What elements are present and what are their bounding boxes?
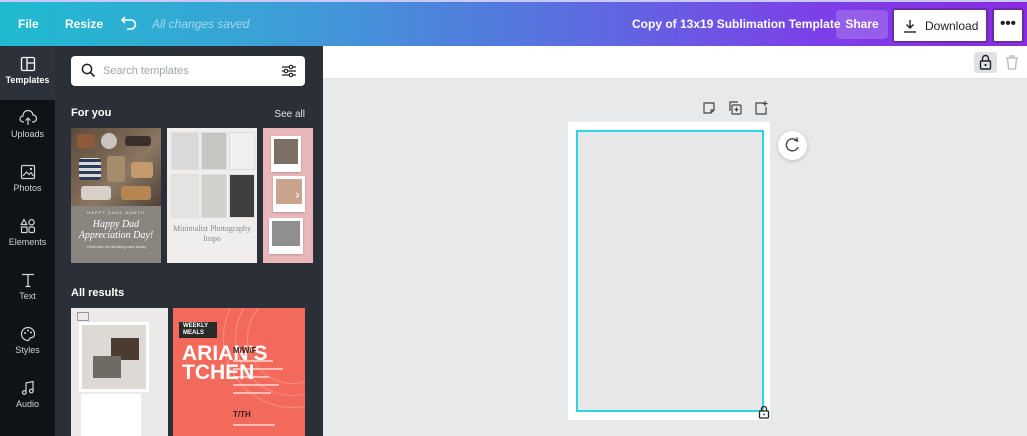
add-page-icon[interactable] bbox=[753, 100, 769, 116]
nav-label: Templates bbox=[5, 75, 50, 85]
upload-cloud-icon bbox=[18, 110, 37, 125]
text-icon bbox=[21, 273, 34, 288]
for-you-heading: For you bbox=[71, 107, 112, 119]
template-caption: Minimalist Photography Inspo bbox=[173, 224, 251, 243]
template-headline: ARIAN'S TCHEN bbox=[182, 342, 268, 384]
nav-uploads[interactable]: Uploads bbox=[0, 100, 55, 154]
canva-editor: File Resize All changes saved Copy of 13… bbox=[0, 0, 1027, 436]
editor-toolbar bbox=[323, 46, 1027, 79]
nav-label: Styles bbox=[15, 345, 40, 355]
template-day-label: T/TH bbox=[233, 410, 251, 419]
duplicate-page-icon[interactable] bbox=[727, 100, 743, 116]
nav-audio[interactable]: Audio bbox=[0, 370, 55, 424]
template-tile[interactable]: Minimalist Photography Inspo bbox=[167, 128, 257, 263]
download-label: Download bbox=[925, 19, 979, 33]
template-tile[interactable] bbox=[263, 128, 313, 263]
nav-label: Text bbox=[19, 291, 36, 301]
top-bar: File Resize All changes saved Copy of 13… bbox=[0, 0, 1027, 46]
nav-label: Elements bbox=[8, 237, 47, 247]
document-title[interactable]: Copy of 13x19 Sublimation Template bbox=[632, 2, 841, 46]
add-note-icon[interactable] bbox=[701, 100, 717, 116]
templates-panel: For you See all HAPPY DADS MONTH Happy D… bbox=[55, 46, 323, 436]
template-day-label: M/W/F bbox=[233, 346, 257, 355]
download-icon bbox=[903, 19, 917, 33]
template-tile[interactable]: WEEKLY MEALS ARIAN'S TCHEN M/W/F T/TH bbox=[173, 308, 305, 436]
filter-icon[interactable] bbox=[281, 63, 297, 84]
side-nav: Templates Uploads Photos Elements Text S… bbox=[0, 46, 55, 436]
search-box bbox=[71, 56, 305, 86]
see-all-link[interactable]: See all bbox=[274, 109, 305, 120]
shapes-icon bbox=[19, 218, 35, 234]
resize-menu[interactable]: Resize bbox=[65, 2, 103, 46]
rotate-icon bbox=[785, 137, 799, 152]
share-button[interactable]: Share bbox=[836, 10, 888, 39]
templates-icon bbox=[20, 56, 35, 72]
download-button[interactable]: Download bbox=[892, 8, 988, 43]
nav-label: Audio bbox=[15, 399, 40, 409]
nav-elements[interactable]: Elements bbox=[0, 208, 55, 262]
lock-button[interactable] bbox=[974, 52, 997, 73]
music-note-icon bbox=[21, 380, 34, 395]
nav-styles[interactable]: Styles bbox=[0, 316, 55, 370]
template-tile[interactable] bbox=[71, 308, 168, 436]
chevron-right-icon[interactable]: › bbox=[295, 186, 300, 202]
photo-icon bbox=[20, 164, 35, 180]
undo-icon[interactable] bbox=[120, 14, 140, 34]
search-icon bbox=[81, 63, 96, 83]
palette-icon bbox=[20, 326, 35, 342]
template-tile[interactable]: HAPPY DADS MONTH Happy Dad Appreciation … bbox=[71, 128, 161, 263]
file-menu[interactable]: File bbox=[18, 2, 39, 46]
trash-icon[interactable] bbox=[1003, 52, 1021, 73]
all-results-heading: All results bbox=[71, 287, 125, 299]
nav-label: Uploads bbox=[10, 129, 45, 139]
template-caption: HAPPY DADS MONTH Happy Dad Appreciation … bbox=[71, 206, 161, 263]
template-badge: WEEKLY MEALS bbox=[179, 322, 217, 338]
element-lock-icon[interactable] bbox=[757, 405, 771, 419]
save-status: All changes saved bbox=[152, 17, 250, 31]
nav-text[interactable]: Text bbox=[0, 262, 55, 316]
nav-label: Photos bbox=[13, 183, 42, 193]
nav-templates[interactable]: Templates bbox=[0, 46, 55, 100]
selected-element[interactable] bbox=[576, 130, 764, 412]
rotate-button[interactable] bbox=[778, 131, 807, 160]
lock-icon bbox=[979, 54, 992, 70]
nav-photos[interactable]: Photos bbox=[0, 154, 55, 208]
search-input[interactable] bbox=[103, 61, 273, 81]
more-options-button[interactable]: ••• bbox=[992, 8, 1024, 43]
